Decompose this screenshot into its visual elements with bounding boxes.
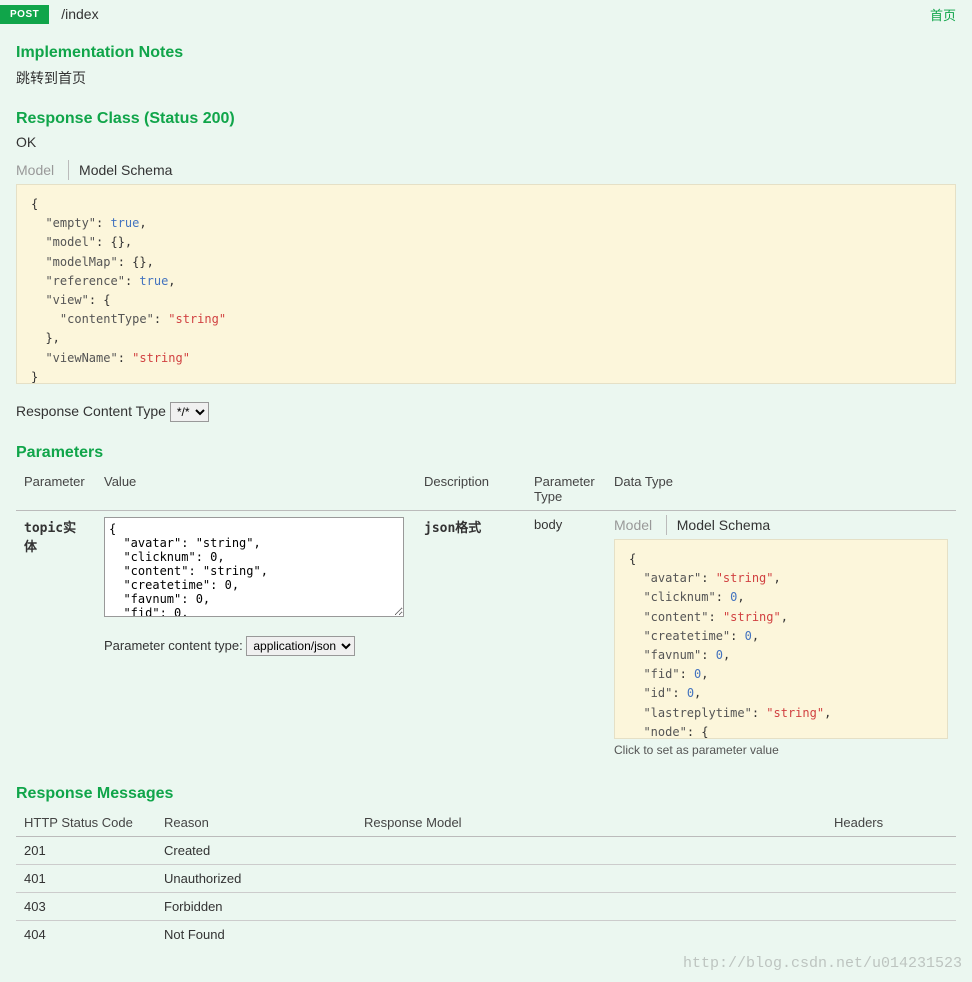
col-status-code: HTTP Status Code bbox=[16, 809, 156, 837]
col-headers: Headers bbox=[826, 809, 956, 837]
reason: Forbidden bbox=[156, 893, 356, 921]
response-content-type-row: Response Content Type */* bbox=[16, 402, 956, 422]
status-code: 201 bbox=[16, 837, 156, 865]
response-row: 403Forbidden bbox=[16, 893, 956, 921]
tab-model[interactable]: Model bbox=[614, 515, 658, 535]
param-datatype-cell: Model Model Schema { "avatar": "string",… bbox=[606, 511, 956, 764]
headers bbox=[826, 837, 956, 865]
col-value: Value bbox=[96, 468, 416, 511]
col-data-type: Data Type bbox=[606, 468, 956, 511]
param-type: body bbox=[526, 511, 606, 764]
response-class-ok: OK bbox=[16, 134, 956, 150]
headers bbox=[826, 865, 956, 893]
col-parameter-type: Parameter Type bbox=[526, 468, 606, 511]
response-messages-title: Response Messages bbox=[16, 785, 956, 803]
status-code: 403 bbox=[16, 893, 156, 921]
param-content-type-row: Parameter content type: application/json bbox=[104, 636, 408, 656]
summary-link[interactable]: 首页 bbox=[930, 5, 956, 24]
response-row: 401Unauthorized bbox=[16, 865, 956, 893]
reason: Created bbox=[156, 837, 356, 865]
param-content-type-label: Parameter content type: bbox=[104, 638, 243, 653]
http-method-badge: POST bbox=[0, 5, 49, 24]
param-description: json格式 bbox=[416, 511, 526, 764]
tab-model-schema[interactable]: Model Schema bbox=[68, 160, 178, 180]
col-response-model: Response Model bbox=[356, 809, 826, 837]
response-row: 404Not Found bbox=[16, 921, 956, 949]
parameters-table: Parameter Value Description Parameter Ty… bbox=[16, 468, 956, 763]
response-row: 201Created bbox=[16, 837, 956, 865]
response-model bbox=[356, 921, 826, 949]
parameter-row: topic实体 Parameter content type: applicat… bbox=[16, 511, 956, 764]
tab-model-schema[interactable]: Model Schema bbox=[666, 515, 776, 535]
response-tabs: Model Model Schema bbox=[16, 162, 956, 178]
response-model bbox=[356, 865, 826, 893]
col-description: Description bbox=[416, 468, 526, 511]
status-code: 401 bbox=[16, 865, 156, 893]
tab-model[interactable]: Model bbox=[16, 160, 60, 180]
col-reason: Reason bbox=[156, 809, 356, 837]
response-content-type-select[interactable]: */* bbox=[170, 402, 209, 422]
endpoint-path[interactable]: /index bbox=[61, 6, 98, 22]
implementation-notes-title: Implementation Notes bbox=[16, 44, 956, 62]
headers bbox=[826, 893, 956, 921]
response-model bbox=[356, 837, 826, 865]
response-class-title: Response Class (Status 200) bbox=[16, 110, 956, 128]
param-content-type-select[interactable]: application/json bbox=[246, 636, 355, 656]
response-content-type-label: Response Content Type bbox=[16, 403, 166, 419]
status-code: 404 bbox=[16, 921, 156, 949]
response-messages-table: HTTP Status Code Reason Response Model H… bbox=[16, 809, 956, 948]
reason: Unauthorized bbox=[156, 865, 356, 893]
reason: Not Found bbox=[156, 921, 356, 949]
param-value-cell: Parameter content type: application/json bbox=[96, 511, 416, 764]
param-body-textarea[interactable] bbox=[104, 517, 404, 617]
headers bbox=[826, 921, 956, 949]
datatype-tabs: Model Model Schema bbox=[614, 517, 948, 533]
param-name: topic实体 bbox=[16, 511, 96, 764]
operation-content: Implementation Notes 跳转到首页 Response Clas… bbox=[0, 28, 972, 964]
schema-hint[interactable]: Click to set as parameter value bbox=[614, 743, 948, 757]
implementation-notes-text: 跳转到首页 bbox=[16, 68, 956, 88]
param-schema-box[interactable]: { "avatar": "string", "clicknum": 0, "co… bbox=[614, 539, 948, 739]
operation-header[interactable]: POST /index 首页 bbox=[0, 0, 972, 28]
parameters-title: Parameters bbox=[16, 444, 956, 462]
response-schema-box[interactable]: { "empty": true, "model": {}, "modelMap"… bbox=[16, 184, 956, 384]
col-parameter: Parameter bbox=[16, 468, 96, 511]
response-model bbox=[356, 893, 826, 921]
